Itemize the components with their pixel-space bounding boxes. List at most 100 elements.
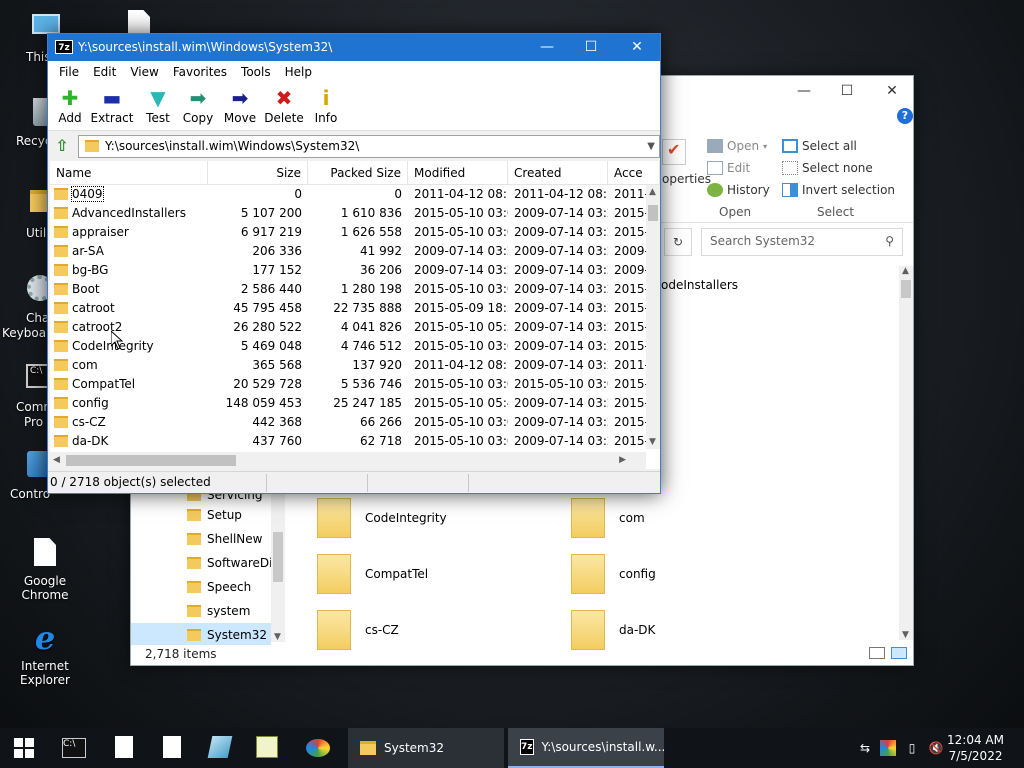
minimize-button[interactable]: —	[524, 34, 570, 61]
taskbar-document-1[interactable]	[112, 736, 136, 760]
nav-scrollbar[interactable]: ▼	[271, 490, 285, 642]
explorer-scrollbar[interactable]: ▲ ▼	[899, 266, 913, 640]
table-row[interactable]: com 365 568 137 920 2011-04-12 08:17 2009-07…	[50, 356, 649, 375]
info-button[interactable]: i Info	[304, 87, 348, 125]
column-header-modified[interactable]: Modified	[408, 161, 508, 185]
table-row[interactable]: da-DK 437 760 62 718 2015-05-10 03:03 2009-0…	[50, 432, 649, 451]
address-field[interactable]: Y:\sources\install.wim\Windows\System32\…	[78, 135, 660, 158]
menu-view[interactable]: View	[123, 65, 165, 79]
table-row[interactable]: AdvancedInstallers 5 107 200 1 610 836 2015…	[50, 204, 649, 223]
tile-da-dk[interactable]: da-DK	[571, 610, 655, 650]
usb-icon[interactable]: ▯	[904, 740, 920, 756]
cell-modified: 2015-05-09 18:39	[414, 301, 508, 315]
horizontal-scrollbar-thumb[interactable]	[66, 455, 236, 466]
network-icon[interactable]: ⇆	[857, 740, 873, 756]
column-header-name[interactable]: Name	[50, 161, 208, 185]
taskbar-task-explorer[interactable]: System32	[348, 728, 504, 768]
column-header-acce[interactable]: Acce	[608, 161, 660, 185]
display-icon[interactable]	[880, 740, 896, 756]
table-row[interactable]: Boot 2 586 440 1 280 198 2015-05-10 03:03 20…	[50, 280, 649, 299]
nav-scrollbar-thumb[interactable]	[273, 532, 283, 582]
menu-tools[interactable]: Tools	[234, 65, 278, 79]
system-clock[interactable]: 12:04 AM 7/5/2022	[947, 732, 1004, 764]
table-row[interactable]: 0409002011-04-12 08:172011-04-12 08:1720…	[50, 185, 649, 204]
refresh-button[interactable]: ↻	[664, 228, 692, 256]
nav-item-setup[interactable]: Setup	[187, 508, 242, 522]
nav-item-system32[interactable]: System32	[187, 628, 267, 642]
scroll-up-icon[interactable]: ▲	[902, 266, 909, 276]
table-row[interactable]: appraiser 6 917 219 1 626 558 2015-05-10 03…	[50, 223, 649, 242]
explorer-search-input[interactable]: Search System32 ⚲	[701, 228, 903, 256]
tile-compattel[interactable]: CompatTel	[317, 554, 428, 594]
table-row[interactable]: config 148 059 453 25 247 185 2015-05-10 05…	[50, 394, 649, 413]
vertical-scrollbar-thumb[interactable]	[648, 205, 658, 221]
scroll-right-icon[interactable]: ▶	[619, 455, 626, 465]
column-header-created[interactable]: Created	[508, 161, 608, 185]
scroll-down-icon[interactable]: ▼	[649, 437, 656, 447]
taskbar-document-2[interactable]	[160, 736, 184, 760]
explorer-close-button[interactable]: ✕	[869, 80, 915, 102]
select-none-button[interactable]: Select none	[782, 161, 873, 175]
up-folder-button[interactable]: ⇧	[52, 136, 72, 156]
maximize-button[interactable]: ☐	[568, 34, 614, 61]
explorer-minimize-button[interactable]: —	[781, 80, 827, 102]
taskbar-app-3[interactable]	[306, 736, 330, 760]
details-view-icon[interactable]	[869, 647, 885, 659]
history-button[interactable]: History	[707, 183, 770, 197]
menu-edit[interactable]: Edit	[86, 65, 123, 79]
properties-button[interactable]: operties	[662, 172, 711, 186]
close-button[interactable]: ✕	[614, 34, 660, 61]
taskbar-app-2[interactable]	[256, 736, 280, 760]
table-row[interactable]: catroot 45 795 458 22 735 888 2015-05-09 18…	[50, 299, 649, 318]
move-button[interactable]: ➡ Move	[218, 87, 262, 125]
open-button[interactable]: Open ▾	[707, 139, 767, 153]
test-button[interactable]: ▼ Test	[136, 87, 180, 125]
tile-cs-cz[interactable]: cs-CZ	[317, 610, 399, 650]
extract-button[interactable]: ▬ Extract	[90, 87, 134, 125]
taskbar-app-1[interactable]	[207, 736, 233, 760]
menu-favorites[interactable]: Favorites	[166, 65, 234, 79]
tile-codeintegrity[interactable]: CodeIntegrity	[317, 498, 447, 538]
copy-button[interactable]: ➡ Copy	[176, 87, 220, 125]
chevron-down-icon[interactable]: ▼	[647, 136, 655, 157]
scroll-left-icon[interactable]: ◀	[53, 455, 60, 465]
invert-selection-button[interactable]: Invert selection	[782, 183, 895, 197]
select-all-button[interactable]: Select all	[782, 139, 857, 153]
desktop-icon-google-chrome[interactable]: Google Chrome	[0, 536, 90, 602]
volume-muted-icon[interactable]: 🔇	[928, 740, 944, 756]
large-icons-view-icon[interactable]	[891, 647, 907, 659]
table-row[interactable]: cs-CZ 442 368 66 266 2015-05-10 03:03 2009-0…	[50, 413, 649, 432]
nav-item-shellnew[interactable]: ShellNew	[187, 532, 262, 546]
desktop-icon-internet-explorer[interactable]: e Internet Explorer	[0, 622, 90, 687]
table-row[interactable]: bg-BG 177 152 36 206 2009-07-14 03:20 2009-0…	[50, 261, 649, 280]
scroll-up-icon[interactable]: ▲	[649, 187, 656, 197]
nav-item-system[interactable]: system	[187, 604, 250, 618]
tile-config[interactable]: config	[571, 554, 656, 594]
vertical-scrollbar[interactable]: ▲ ▼	[646, 185, 660, 449]
column-header-packed-size[interactable]: Packed Size	[308, 161, 408, 185]
table-row[interactable]: catroot2 26 280 522 4 041 826 2015-05-10 05…	[50, 318, 649, 337]
add-button[interactable]: ✚ Add	[48, 87, 92, 125]
nav-scroll-down-icon[interactable]: ▼	[274, 632, 281, 642]
tile-com[interactable]: com	[571, 498, 645, 538]
scrollbar-thumb[interactable]	[901, 280, 911, 298]
7zip-titlebar[interactable]: 7z Y:\sources\install.wim\Windows\System…	[48, 34, 660, 61]
explorer-maximize-button[interactable]: ☐	[824, 80, 870, 102]
table-row[interactable]: CodeIntegrity 5 469 048 4 746 512 2015-05-1…	[50, 337, 649, 356]
column-header-size[interactable]: Size	[208, 161, 308, 185]
edit-button[interactable]: Edit	[707, 161, 750, 175]
start-button[interactable]	[14, 738, 34, 758]
file-name: config	[72, 396, 109, 410]
table-row[interactable]: ar-SA 206 336 41 992 2009-07-14 03:20 2009-0…	[50, 242, 649, 261]
horizontal-scrollbar[interactable]: ◀ ▶	[50, 452, 646, 469]
taskbar-task-7zip[interactable]: 7z Y:\sources\install.w...	[508, 728, 665, 768]
menu-file[interactable]: File	[52, 65, 86, 79]
table-row[interactable]: CompatTel 20 529 728 5 536 746 2015-05-10 0…	[50, 375, 649, 394]
nav-item-speech[interactable]: Speech	[187, 580, 251, 594]
taskbar-command-prompt[interactable]: C:\	[62, 736, 86, 760]
delete-button[interactable]: ✖ Delete	[262, 87, 306, 125]
scroll-down-icon[interactable]: ▼	[902, 630, 909, 640]
menu-help[interactable]: Help	[278, 65, 319, 79]
help-icon[interactable]: ?	[897, 108, 913, 124]
nav-item-softwaredis[interactable]: SoftwareDis	[187, 556, 279, 570]
